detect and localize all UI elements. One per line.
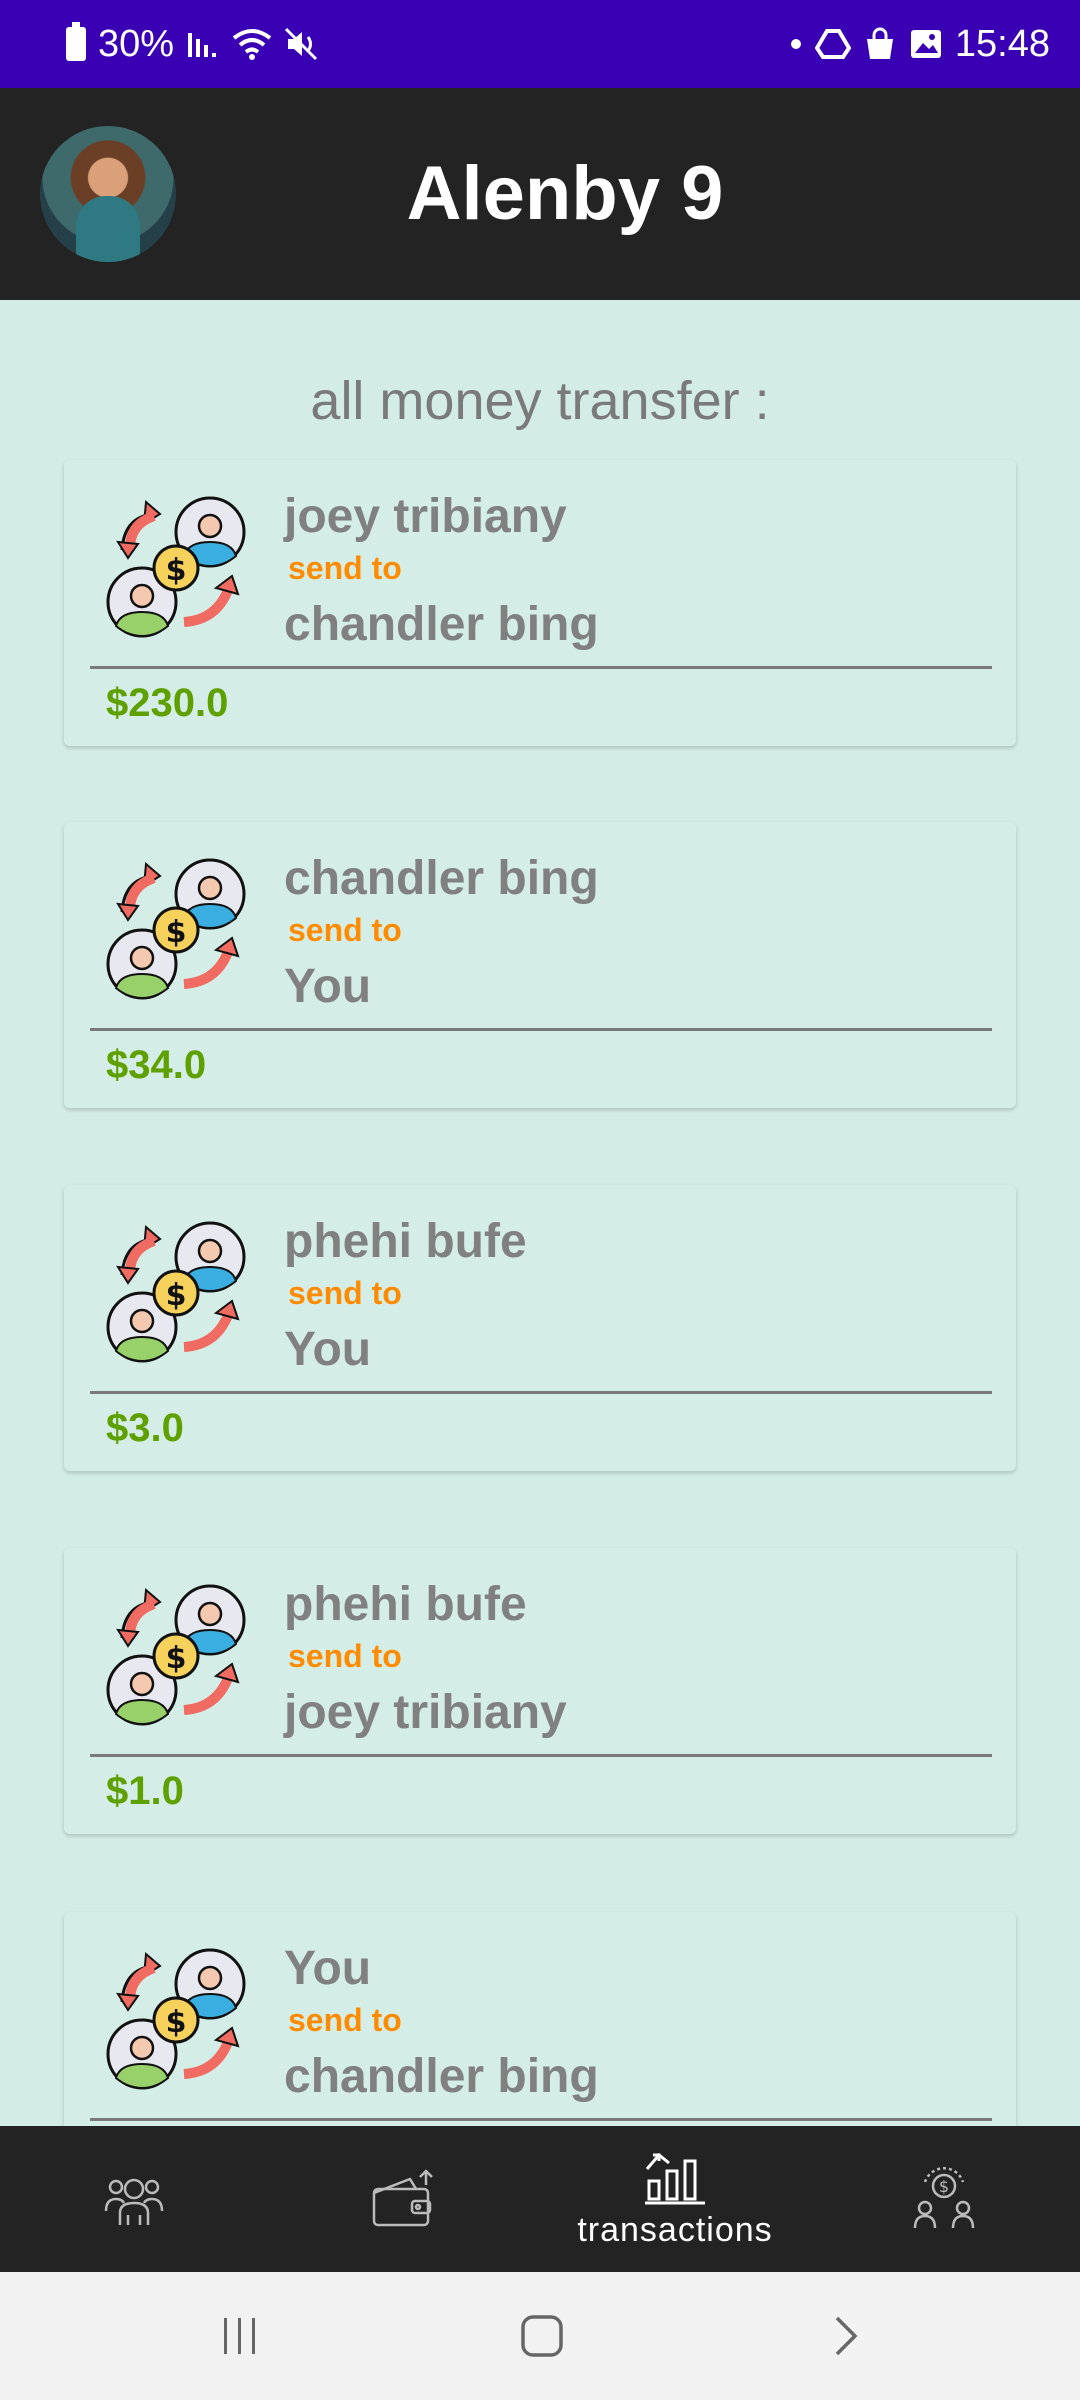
divider (90, 1754, 992, 1757)
transaction-card[interactable]: $ phehi bufe send to joey tribiany $1.0 (64, 1548, 1016, 1834)
amount-value: 230.0 (128, 681, 229, 725)
status-left: 30% (66, 22, 320, 66)
receiver-name: chandler bing (284, 2050, 599, 2103)
divider (90, 666, 992, 669)
svg-text:$: $ (166, 2005, 187, 2040)
back-button[interactable] (806, 2302, 886, 2370)
money-exchange-icon: $ (911, 2166, 977, 2232)
battery-icon (66, 22, 86, 61)
bar-chart-icon (643, 2149, 707, 2207)
shopping-bag-icon (863, 27, 897, 61)
amount-value: 3.0 (128, 1406, 184, 1450)
amount: $34.0 (106, 1040, 206, 1090)
battery-percent: 30% (98, 22, 175, 65)
money-transfer-icon: $ (104, 1946, 248, 2090)
wallet-icon (370, 2167, 438, 2231)
currency-symbol: $ (106, 681, 129, 725)
nav-transactions[interactable]: transactions (560, 2126, 790, 2272)
nav-money-exchange[interactable]: $ (884, 2126, 1004, 2272)
receiver-name: joey tribiany (284, 1686, 567, 1739)
home-button[interactable] (502, 2302, 582, 2370)
divider (90, 2118, 992, 2121)
section-title: all money transfer : (310, 371, 770, 431)
wifi-icon (232, 28, 272, 60)
group-icon (102, 2167, 166, 2231)
money-transfer-icon: $ (104, 856, 248, 1000)
status-right: 15:48 (789, 23, 1050, 66)
clock-time: 15:48 (954, 22, 1050, 65)
bottom-nav: transactions $ (0, 2126, 1080, 2272)
send-to-label: send to (288, 1275, 402, 1311)
svg-text:$: $ (166, 1278, 187, 1313)
sender-name: You (284, 1942, 372, 1995)
divider (90, 1028, 992, 1031)
sender-name: joey tribiany (284, 490, 567, 543)
send-to-label: send to (288, 2002, 402, 2038)
currency-symbol: $ (106, 1043, 129, 1087)
money-transfer-icon: $ (104, 1219, 248, 1363)
drive-icon (814, 28, 851, 60)
transaction-card[interactable]: $ chandler bing send to You $34.0 (64, 822, 1016, 1108)
transaction-card[interactable]: $ You send to chandler bing (64, 1912, 1016, 2126)
receiver-name: chandler bing (284, 598, 599, 651)
divider (90, 1391, 992, 1394)
page-title: Alenby 9 (406, 151, 724, 236)
app-bar: Alenby 9 (0, 88, 1080, 300)
amount: $230.0 (106, 678, 228, 728)
status-bar: 30% 15:48 (0, 0, 1080, 88)
currency-symbol: $ (106, 1406, 129, 1450)
dot-icon (789, 37, 803, 51)
recent-apps-button[interactable] (200, 2302, 280, 2370)
transaction-card[interactable]: $ phehi bufe send to You $3.0 (64, 1185, 1016, 1471)
svg-text:$: $ (166, 553, 187, 588)
amount: $1.0 (106, 1766, 184, 1816)
system-nav-bar (0, 2272, 1080, 2400)
svg-text:$: $ (939, 2177, 949, 2196)
transactions-list[interactable]: all money transfer : $ joey tribiany sen… (0, 300, 1080, 2126)
money-transfer-icon: $ (104, 1582, 248, 1726)
mute-icon (284, 27, 320, 61)
send-to-label: send to (288, 550, 402, 586)
money-transfer-icon: $ (104, 494, 248, 638)
amount: $3.0 (106, 1403, 184, 1453)
currency-symbol: $ (106, 1769, 129, 1813)
amount-value: 34.0 (128, 1043, 207, 1087)
svg-text:$: $ (166, 1641, 187, 1676)
transaction-card[interactable]: $ joey tribiany send to chandler bing $2… (64, 460, 1016, 746)
receiver-name: You (284, 960, 372, 1013)
receiver-name: You (284, 1323, 372, 1376)
sender-name: phehi bufe (284, 1578, 527, 1631)
amount-value: 1.0 (128, 1769, 184, 1813)
send-to-label: send to (288, 912, 402, 948)
image-icon (909, 28, 943, 60)
svg-text:$: $ (166, 915, 187, 950)
nav-wallet[interactable] (344, 2126, 464, 2272)
signal-icon (186, 29, 220, 59)
sender-name: chandler bing (284, 852, 599, 905)
sender-name: phehi bufe (284, 1215, 527, 1268)
nav-label-transactions: transactions (577, 2210, 773, 2249)
nav-group[interactable] (74, 2126, 194, 2272)
send-to-label: send to (288, 1638, 402, 1674)
